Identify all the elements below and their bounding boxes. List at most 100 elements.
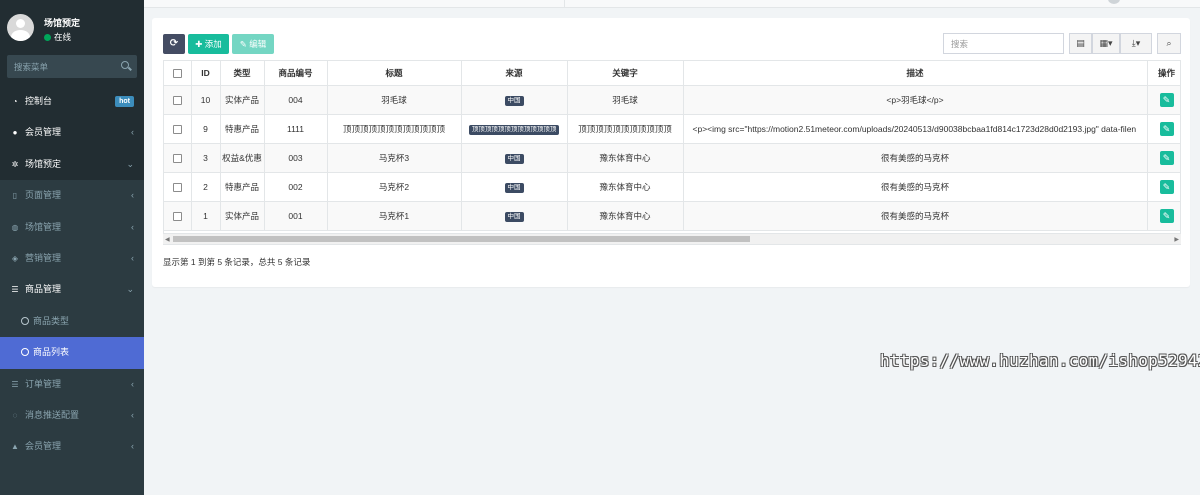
export-button[interactable]: ⤓▾ [1120, 33, 1152, 54]
sidebar-item-venue-booking[interactable]: ✲ 场馆预定 ⌄ [0, 149, 144, 180]
cell-type: 实体产品 [220, 85, 265, 115]
cell-code: 003 [264, 143, 328, 173]
circle-icon [21, 348, 29, 357]
column-header-code[interactable]: 商品编号 [264, 61, 328, 86]
cell-type: 特惠产品 [220, 172, 265, 202]
row-edit-button[interactable]: ✎ [1159, 121, 1174, 136]
sidebar-menu: ◔ 控制台 hot ● 会员管理 ‹ ✲ 场馆预定 ⌄ ▯ 页面管理 ‹ ◍ 场… [0, 86, 144, 463]
scrollbar-thumb[interactable] [173, 236, 750, 242]
row-checkbox[interactable] [172, 182, 182, 192]
download-icon: ⤓▾ [1131, 38, 1141, 48]
column-header-description[interactable]: 描述 [683, 61, 1148, 86]
sidebar-item-venues[interactable]: ◍ 场馆管理 ‹ [0, 211, 144, 243]
source-badge: 中国 [504, 182, 524, 193]
chevron-down-icon: ⌄ [126, 284, 134, 295]
advanced-search-button[interactable]: ⌕ [1157, 33, 1181, 54]
cell-description: <p><img src="https://motion2.51meteor.co… [683, 114, 1148, 144]
row-checkbox[interactable] [172, 211, 182, 221]
sidebar-item-marketing[interactable]: ◈ 营销管理 ‹ [0, 242, 144, 275]
sidebar-item-label: 会员管理 [25, 127, 62, 138]
horizontal-scrollbar[interactable]: ◀ ▶ [163, 233, 1181, 244]
sidebar-item-orders[interactable]: ☰ 订单管理 ‹ [0, 368, 144, 400]
column-header-id[interactable]: ID [191, 61, 221, 86]
sidebar-item-label: 商品列表 [33, 347, 70, 358]
sidebar-item-product-list[interactable]: 商品列表 [0, 337, 144, 369]
cell-keyword: 羽毛球 [567, 85, 684, 115]
cell-code: 004 [264, 85, 328, 115]
navbar-avatar[interactable] [1108, 0, 1120, 4]
row-edit-button[interactable]: ✎ [1159, 179, 1174, 194]
refresh-button[interactable]: ⟳ [163, 34, 185, 54]
scroll-left-icon[interactable]: ◀ [165, 236, 170, 243]
table-row[interactable]: 9 特惠产品 1111 顶顶顶顶顶顶顶顶顶顶顶顶 顶顶顶顶顶顶顶顶顶顶顶顶顶 顶… [164, 114, 1180, 144]
source-badge: 中国 [504, 211, 524, 222]
row-edit-button[interactable]: ✎ [1159, 150, 1174, 165]
cell-type: 特惠产品 [220, 114, 265, 144]
chevron-left-icon: ‹ [131, 190, 134, 201]
table-row[interactable]: 2 特惠产品 002 马克杯2 中国 豫东体育中心 很有美感的马克杯 ✎ [164, 172, 1180, 202]
cell-type: 权益&优惠 [220, 143, 265, 173]
cell-title: 顶顶顶顶顶顶顶顶顶顶顶顶 [327, 114, 462, 144]
sidebar-item-products[interactable]: ☰ 商品管理 ⌄ [0, 274, 144, 306]
cell-type: 实体产品 [220, 201, 265, 231]
sidebar-item-pages[interactable]: ▯ 页面管理 ‹ [0, 180, 144, 212]
sidebar-footer [0, 463, 144, 495]
sidebar-item-members[interactable]: ● 会员管理 ‹ [0, 117, 144, 148]
row-edit-button[interactable]: ✎ [1159, 92, 1174, 107]
column-header-keyword[interactable]: 关键字 [567, 61, 684, 86]
select-all-checkbox[interactable] [172, 68, 182, 78]
row-checkbox[interactable] [172, 95, 182, 105]
pagination-info: 显示第 1 到第 5 条记录，总共 5 条记录 [163, 257, 311, 267]
cell-description: 很有美感的马克杯 [683, 201, 1148, 231]
hot-badge: hot [115, 96, 134, 107]
cell-code: 002 [264, 172, 328, 202]
top-navbar [144, 0, 1200, 8]
table-row[interactable]: 3 权益&优惠 003 马克杯3 中国 豫东体育中心 很有美感的马克杯 ✎ [164, 143, 1180, 173]
column-header-actions: 操作 [1147, 61, 1180, 86]
sidebar-item-product-types[interactable]: 商品类型 [0, 305, 144, 338]
cell-title: 马克杯3 [327, 143, 462, 173]
user-name: 场馆预定 [44, 18, 81, 28]
table-view-icon: ▤ [1076, 38, 1085, 48]
column-header-type[interactable]: 类型 [220, 61, 265, 86]
search-icon[interactable] [121, 61, 129, 69]
user-panel: 场馆预定 在线 [0, 0, 144, 48]
sidebar-item-member-admin[interactable]: ▲ 会员管理 ‹ [0, 431, 144, 463]
cog-icon: ✲ [11, 159, 19, 169]
row-checkbox[interactable] [172, 124, 182, 134]
chevron-left-icon: ‹ [131, 252, 134, 263]
sidebar-item-label: 会员管理 [25, 441, 62, 452]
source-badge: 顶顶顶顶顶顶顶顶顶顶顶顶顶 [468, 124, 560, 135]
chevron-left-icon: ‹ [131, 378, 134, 389]
edit-button[interactable]: ✎ 编辑 [232, 34, 274, 54]
add-button[interactable]: ✚ 添加 [188, 34, 229, 54]
row-edit-button[interactable]: ✎ [1159, 208, 1174, 223]
circle-icon [21, 316, 29, 325]
chevron-left-icon: ‹ [131, 127, 134, 138]
sidebar-item-label: 场馆管理 [25, 221, 62, 232]
cell-id: 10 [191, 85, 221, 115]
table-search-input[interactable] [944, 34, 1063, 53]
table-row[interactable]: 10 实体产品 004 羽毛球 中国 羽毛球 <p>羽毛球</p> ✎ [164, 85, 1180, 115]
bookmark-icon: ▯ [12, 191, 18, 201]
cube-icon: ◈ [11, 253, 19, 263]
sidebar-item-dashboard[interactable]: ◔ 控制台 hot [0, 86, 144, 117]
columns-button[interactable]: ▦▾ [1092, 33, 1120, 54]
sidebar-item-push-config[interactable]: ◌ 消息推送配置 ‹ [0, 399, 144, 432]
scroll-right-icon[interactable]: ▶ [1174, 236, 1179, 243]
sidebar-item-label: 消息推送配置 [25, 409, 80, 420]
sidebar-item-label: 页面管理 [25, 190, 62, 201]
column-header-source[interactable]: 来源 [461, 61, 568, 86]
cell-title: 马克杯1 [327, 201, 462, 231]
table-row[interactable]: 1 实体产品 001 马克杯1 中国 豫东体育中心 很有美感的马克杯 ✎ [164, 201, 1180, 231]
row-checkbox[interactable] [172, 153, 182, 163]
user-circle-icon: ● [12, 128, 18, 138]
column-header-title[interactable]: 标题 [327, 61, 462, 86]
avatar[interactable] [7, 14, 34, 41]
cell-description: 很有美感的马克杯 [683, 172, 1148, 202]
chevron-left-icon: ‹ [131, 409, 134, 420]
toggle-view-button[interactable]: ▤ [1069, 33, 1092, 54]
user-icon: ▲ [11, 442, 19, 452]
sidebar-search-input[interactable]: 搜索菜单 [7, 55, 137, 78]
table-search-box [943, 33, 1064, 54]
